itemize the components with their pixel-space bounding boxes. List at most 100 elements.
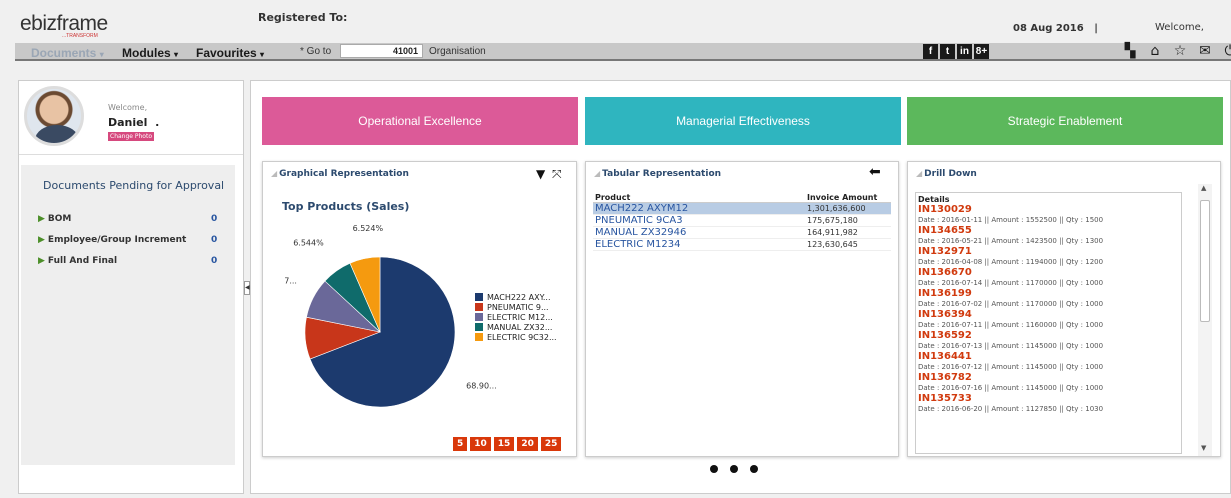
linkedin-icon[interactable]: in (957, 44, 972, 59)
page-size-25[interactable]: 25 (540, 437, 562, 451)
amount-cell: 175,675,180 (805, 214, 891, 227)
change-photo-button[interactable]: Change Photo (108, 132, 154, 141)
table-row[interactable]: ELECTRIC M1234 123,630,645 (593, 238, 891, 251)
scroll-down-icon[interactable]: ▼ (1201, 444, 1206, 452)
list-item[interactable]: IN136199 Date : 2016-07-02 || Amount : 11… (916, 288, 1181, 309)
list-item[interactable]: IN136394 Date : 2016-07-11 || Amount : 11… (916, 309, 1181, 330)
mail-icon[interactable]: ✉ (1197, 43, 1213, 59)
legend-swatch (475, 333, 483, 341)
pending-item-increment[interactable]: ▶ Employee/Group Increment 0 (38, 235, 218, 245)
legend-item[interactable]: MACH222 AXY... (475, 292, 557, 302)
invoice-id[interactable]: IN130029 (918, 204, 1179, 215)
invoice-id[interactable]: IN136199 (918, 288, 1179, 299)
pending-item-count[interactable]: 0 (211, 235, 217, 245)
carousel-dot[interactable] (710, 465, 718, 473)
back-arrow-icon[interactable]: ⬅ (869, 164, 881, 180)
legend-swatch (475, 303, 483, 311)
grid-icon[interactable]: ▚ (1122, 43, 1138, 59)
list-item[interactable]: IN134655 Date : 2016-05-21 || Amount : 14… (916, 225, 1181, 246)
list-item[interactable]: IN136441 Date : 2016-07-12 || Amount : 11… (916, 351, 1181, 372)
menu-documents-label: Documents (31, 46, 97, 60)
carousel-dot[interactable] (750, 465, 758, 473)
invoice-id[interactable]: IN136782 (918, 372, 1179, 383)
legend-item[interactable]: MANUAL ZX32... (475, 322, 557, 332)
table-row[interactable]: MACH222 AXYM12 1,301,636,600 (593, 202, 891, 215)
menu-modules[interactable]: Modules ▾ (122, 46, 178, 60)
invoice-id[interactable]: IN134655 (918, 225, 1179, 236)
goto-label: * Go to (300, 46, 332, 57)
tile-label: Strategic Enablement (1007, 114, 1123, 128)
pending-item-count[interactable]: 0 (211, 214, 217, 224)
table-row[interactable]: MANUAL ZX32946 164,911,982 (593, 226, 891, 239)
scroll-thumb[interactable] (1200, 200, 1210, 322)
pending-item-full-final[interactable]: ▶ Full And Final 0 (38, 256, 218, 266)
pending-item-count[interactable]: 0 (211, 256, 217, 266)
invoice-id[interactable]: IN132971 (918, 246, 1179, 257)
invoice-id[interactable]: IN136670 (918, 267, 1179, 278)
page-size-20[interactable]: 20 (517, 437, 538, 451)
list-item[interactable]: IN136670 Date : 2016-07-14 || Amount : 11… (916, 267, 1181, 288)
left-panel: Welcome, Daniel . Change Photo Documents… (18, 80, 244, 494)
pie-data-label: 68.90... (466, 381, 497, 390)
product-cell[interactable]: MANUAL ZX32946 (593, 226, 805, 239)
legend-item[interactable]: PNEUMATIC 9... (475, 302, 557, 312)
invoice-detail: Date : 2016-07-13 || Amount : 1145000 ||… (918, 342, 1104, 350)
star-icon[interactable]: ☆ (1172, 43, 1188, 59)
legend-swatch (475, 313, 483, 321)
power-icon[interactable]: ⏻ (1222, 43, 1231, 59)
googleplus-icon[interactable]: 8+ (974, 44, 989, 59)
chevron-down-icon: ▾ (174, 50, 179, 59)
graphical-title-text: Graphical Representation (279, 169, 409, 179)
product-cell[interactable]: PNEUMATIC 9CA3 (593, 214, 805, 227)
drilldown-card-title: ◢ Drill Down (916, 169, 977, 179)
invoice-id[interactable]: IN135733 (918, 393, 1179, 404)
list-item[interactable]: IN136782 Date : 2016-07-16 || Amount : 11… (916, 372, 1181, 393)
current-date: 08 Aug 2016 | (1013, 23, 1098, 34)
profile-name-text: Daniel (108, 116, 148, 129)
filter-icon[interactable]: ▼ (536, 167, 545, 181)
tile-managerial-effectiveness[interactable]: Managerial Effectiveness (585, 97, 901, 145)
triangle-right-icon: ▶ (38, 256, 45, 266)
pending-item-bom[interactable]: ▶ BOM 0 (38, 214, 218, 224)
list-item[interactable]: IN136592 Date : 2016-07-13 || Amount : 11… (916, 330, 1181, 351)
twitter-icon[interactable]: t (940, 44, 955, 59)
column-header-invoice-amount[interactable]: Invoice Amount (805, 193, 891, 203)
menu-documents[interactable]: Documents ▾ (31, 46, 104, 60)
scroll-up-icon[interactable]: ▲ (1201, 184, 1206, 192)
tile-strategic-enablement[interactable]: Strategic Enablement (907, 97, 1223, 145)
invoice-id[interactable]: IN136592 (918, 330, 1179, 341)
page-size-15[interactable]: 15 (493, 437, 515, 451)
expand-icon[interactable]: ⤧ (552, 167, 562, 182)
toolbar-icons: ▚ ⌂ ☆ ✉ ⏻ (1122, 43, 1231, 59)
invoice-detail: Date : 2016-07-02 || Amount : 1170000 ||… (918, 300, 1104, 308)
table-row[interactable]: PNEUMATIC 9CA3 175,675,180 (593, 214, 891, 227)
triangle-right-icon: ▶ (38, 235, 45, 245)
list-item[interactable]: IN130029 Date : 2016-01-11 || Amount : 15… (916, 204, 1181, 225)
header-welcome: Welcome, (1155, 22, 1204, 33)
product-cell[interactable]: MACH222 AXYM12 (593, 202, 805, 215)
product-table: Product Invoice Amount MACH222 AXYM12 1,3… (593, 193, 891, 251)
menu-favourites[interactable]: Favourites ▾ (196, 46, 264, 60)
column-header-product[interactable]: Product (593, 193, 805, 203)
goto-input[interactable]: 41001 (340, 44, 423, 58)
invoice-detail: Date : 2016-06-20 || Amount : 1127850 ||… (918, 405, 1104, 413)
invoice-id[interactable]: IN136394 (918, 309, 1179, 320)
drilldown-scrollbar[interactable]: ▲ ▼ (1198, 184, 1212, 456)
legend-item[interactable]: ELECTRIC 9C32... (475, 332, 557, 342)
avatar (24, 86, 84, 146)
facebook-icon[interactable]: f (923, 44, 938, 59)
corner-triangle-icon: ◢ (271, 169, 278, 178)
page-size-5[interactable]: 5 (453, 437, 468, 451)
registered-to-label: Registered To: (258, 11, 348, 24)
carousel-dot[interactable] (730, 465, 738, 473)
product-cell[interactable]: ELECTRIC M1234 (593, 238, 805, 251)
chevron-left-icon: ◀ (245, 284, 250, 291)
list-item[interactable]: IN132971 Date : 2016-04-08 || Amount : 11… (916, 246, 1181, 267)
list-item[interactable]: IN135733 Date : 2016-06-20 || Amount : 11… (916, 393, 1181, 414)
page-size-10[interactable]: 10 (470, 437, 491, 451)
invoice-id[interactable]: IN136441 (918, 351, 1179, 362)
chart-legend: MACH222 AXY... PNEUMATIC 9... ELECTRIC M12… (475, 292, 557, 342)
home-icon[interactable]: ⌂ (1147, 43, 1163, 59)
tile-operational-excellence[interactable]: Operational Excellence (262, 97, 578, 145)
legend-item[interactable]: ELECTRIC M12... (475, 312, 557, 322)
